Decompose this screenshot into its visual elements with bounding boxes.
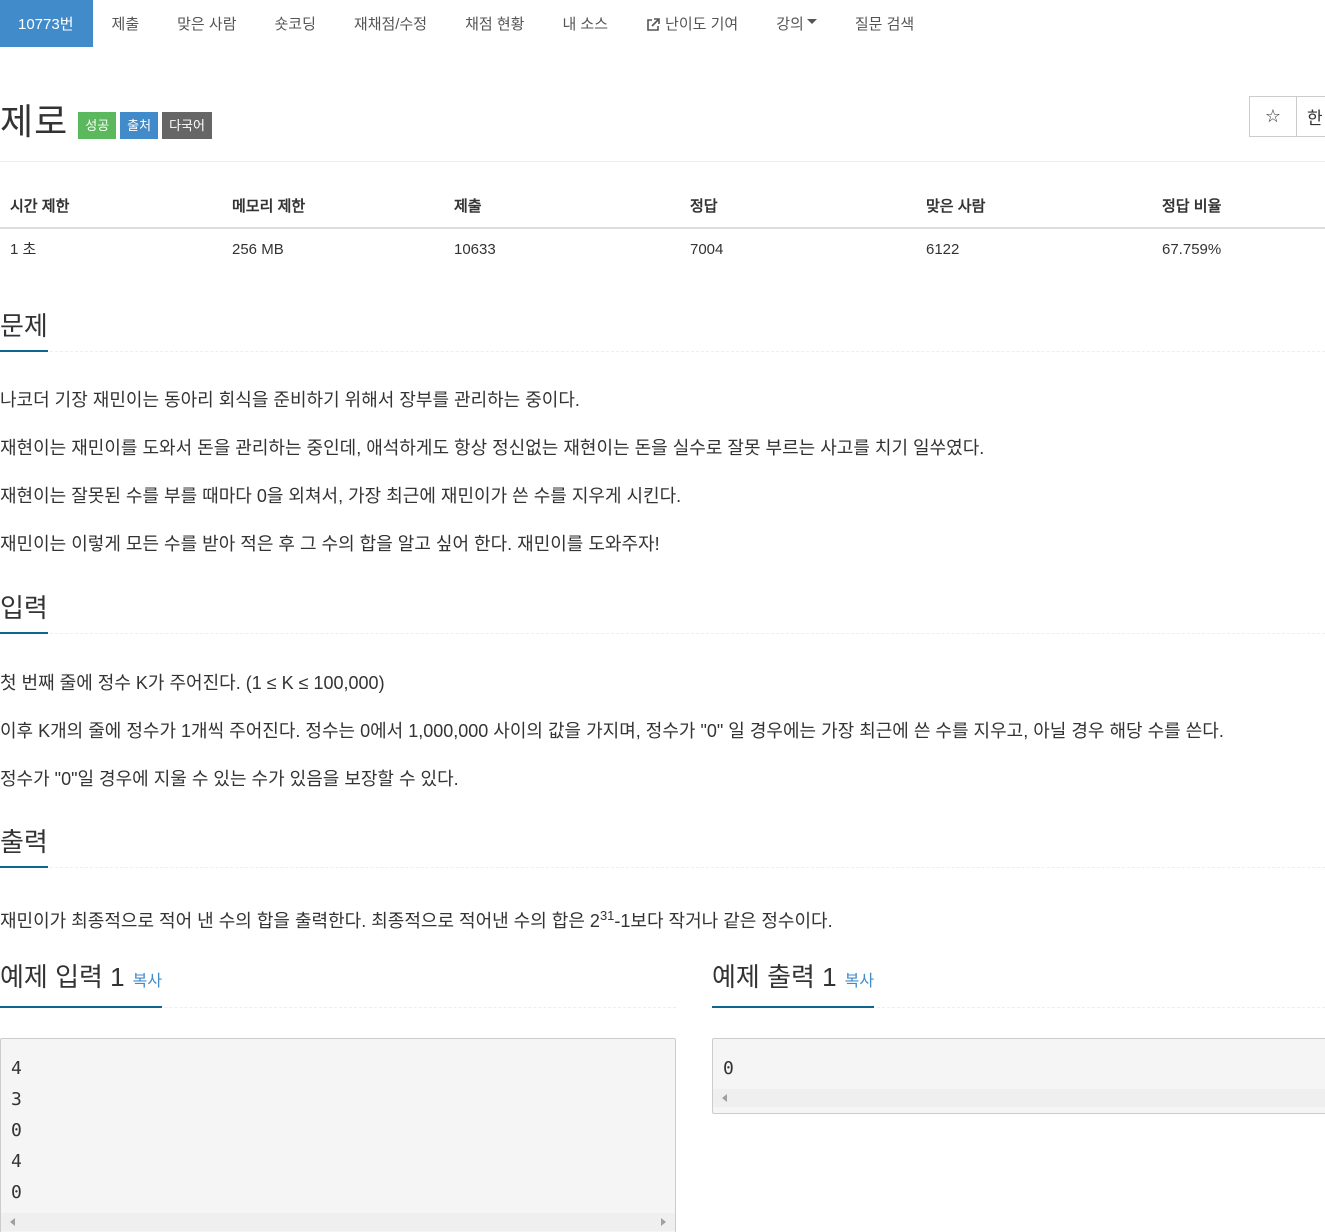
- value-accepted: 7004: [690, 241, 724, 258]
- sample-output-column: 예제 출력 1 복사: [712, 962, 1325, 1008]
- tab-submit[interactable]: 제출: [93, 0, 159, 47]
- output-paragraph: 재민이가 최종적으로 적어 낸 수의 합을 출력한다. 최종적으로 적어낸 수의…: [0, 903, 833, 934]
- scroll-left-icon[interactable]: [10, 1218, 15, 1226]
- header-accepted: 정답: [690, 198, 718, 215]
- sample-line: 0: [11, 1120, 22, 1141]
- problem-nav-tabs: 10773번 제출 맞은 사람 숏코딩 재채점/수정 채점 현황 내 소스 난이…: [0, 0, 1325, 47]
- section-header: 출력: [0, 822, 1325, 868]
- star-icon: ☆: [1264, 106, 1282, 126]
- tab-label: 숏코딩: [274, 16, 316, 33]
- scroll-right-icon[interactable]: [661, 1218, 666, 1226]
- header-submissions: 제출: [454, 198, 482, 215]
- tab-rejudge[interactable]: 재채점/수정: [335, 0, 446, 47]
- section-title: 출력: [0, 827, 48, 868]
- value-submissions: 10633: [454, 241, 496, 258]
- output-text: 재민이가 최종적으로 적어 낸 수의 합을 출력한다. 최종적으로 적어낸 수의…: [0, 911, 600, 931]
- section-header: 문제: [0, 306, 1325, 352]
- tab-status[interactable]: 채점 현황: [446, 0, 543, 47]
- problem-paragraph: 재현이는 재민이를 도와서 돈을 관리하는 중인데, 애석하게도 항상 정신없는…: [0, 438, 985, 458]
- table-header-row: 시간 제한 메모리 제한 제출 정답 맞은 사람 정답 비율: [0, 186, 1325, 229]
- tab-label: 질문 검색: [854, 16, 915, 33]
- tab-label: 10773번: [18, 16, 74, 33]
- tab-label: 난이도 기여: [665, 16, 739, 33]
- section-title: 입력: [0, 593, 48, 634]
- tab-label: 제출: [111, 16, 140, 33]
- horizontal-scrollbar[interactable]: [713, 1089, 1325, 1107]
- output-section: 출력 재민이가 최종적으로 적어 낸 수의 합을 출력한다. 최종적으로 적어낸…: [0, 822, 1325, 931]
- sample-header: 예제 출력 1 복사: [712, 962, 1325, 1008]
- input-paragraph: 이후 K개의 줄에 정수가 1개씩 주어진다. 정수는 0에서 1,000,00…: [0, 721, 1224, 741]
- problem-info-table: 시간 제한 메모리 제한 제출 정답 맞은 사람 정답 비율 1 초 256 M…: [0, 186, 1325, 269]
- header-solved-users: 맞은 사람: [926, 198, 986, 215]
- tab-lecture-dropdown[interactable]: 강의: [757, 0, 836, 47]
- input-paragraph: 첫 번째 줄에 정수 K가 주어진다. (1 ≤ K ≤ 100,000): [0, 673, 385, 693]
- sample-line: 4: [11, 1058, 22, 1079]
- sample-line: 0: [11, 1182, 22, 1203]
- tab-short-coding[interactable]: 숏코딩: [256, 0, 335, 47]
- tab-label: 채점 현황: [465, 16, 525, 33]
- language-button[interactable]: 한: [1297, 96, 1325, 137]
- sample-input-box[interactable]: 4 3 0 4 0: [0, 1038, 676, 1232]
- tab-problem-number[interactable]: 10773번: [0, 0, 93, 47]
- exponent: 31: [599, 908, 615, 923]
- title-button-group: ☆ 한: [1249, 96, 1325, 137]
- table-row: 1 초 256 MB 10633 7004 6122 67.759%: [0, 229, 1325, 269]
- tab-label: 맞은 사람: [177, 16, 237, 33]
- tab-solved-users[interactable]: 맞은 사람: [158, 0, 255, 47]
- sample-title-text: 예제 출력 1: [712, 962, 837, 992]
- problem-paragraph: 재민이는 이렇게 모든 수를 받아 적은 후 그 수의 합을 알고 싶어 한다.…: [0, 534, 660, 554]
- header-accept-ratio: 정답 비율: [1162, 198, 1222, 215]
- tab-question-search[interactable]: 질문 검색: [836, 0, 933, 47]
- output-text: -1보다 작거나 같은 정수이다.: [614, 911, 833, 931]
- sample-input-column: 예제 입력 1 복사: [0, 962, 676, 1008]
- problem-paragraph: 재현이는 잘못된 수를 부를 때마다 0을 외쳐서, 가장 최근에 재민이가 쓴…: [0, 486, 682, 506]
- input-paragraph: 정수가 "0"일 경우에 지울 수 있는 수가 있음을 보장할 수 있다.: [0, 769, 459, 789]
- problem-title: 제로: [0, 101, 69, 142]
- external-link-icon: [647, 17, 660, 31]
- sample-input-title: 예제 입력 1 복사: [0, 962, 163, 1008]
- sample-header: 예제 입력 1 복사: [0, 962, 676, 1008]
- problem-title-row: 제로 성공 출처 다국어: [0, 96, 212, 142]
- scroll-left-icon[interactable]: [722, 1094, 727, 1102]
- sample-line: 3: [11, 1089, 22, 1110]
- divider: [0, 161, 1325, 162]
- badge-source[interactable]: 출처: [120, 111, 159, 139]
- favorite-star-button[interactable]: ☆: [1249, 96, 1297, 137]
- problem-paragraph: 나코더 기장 재민이는 동아리 회식을 준비하기 위해서 장부를 관리하는 중이…: [0, 390, 580, 410]
- sample-title-text: 예제 입력 1: [0, 962, 125, 992]
- header-time-limit: 시간 제한: [10, 198, 70, 215]
- input-section: 입력 첫 번째 줄에 정수 K가 주어진다. (1 ≤ K ≤ 100,000)…: [0, 588, 1325, 789]
- copy-sample-output-link[interactable]: 복사: [845, 973, 874, 990]
- sample-line: 4: [11, 1151, 22, 1172]
- language-button-label: 한: [1307, 109, 1323, 128]
- value-solved-users: 6122: [926, 241, 960, 258]
- section-header: 입력: [0, 588, 1325, 634]
- horizontal-scrollbar[interactable]: [1, 1213, 675, 1231]
- badge-multilang: 다국어: [162, 111, 212, 139]
- copy-sample-input-link[interactable]: 복사: [133, 973, 162, 990]
- badge-success: 성공: [78, 111, 117, 139]
- header-memory-limit: 메모리 제한: [232, 198, 306, 215]
- value-memory-limit: 256 MB: [232, 241, 284, 258]
- caret-down-icon: [806, 19, 817, 24]
- sample-output-title: 예제 출력 1 복사: [712, 962, 875, 1008]
- tab-label: 재채점/수정: [353, 16, 428, 33]
- value-time-limit: 1 초: [10, 241, 37, 258]
- problem-section: 문제 나코더 기장 재민이는 동아리 회식을 준비하기 위해서 장부를 관리하는…: [0, 306, 1325, 554]
- tab-difficulty-contribution[interactable]: 난이도 기여: [627, 0, 757, 47]
- tab-my-source[interactable]: 내 소스: [543, 0, 627, 47]
- section-title: 문제: [0, 311, 48, 352]
- sample-line: 0: [723, 1058, 734, 1079]
- tab-label: 내 소스: [562, 16, 609, 33]
- sample-output-box[interactable]: 0: [712, 1038, 1325, 1114]
- value-accept-ratio: 67.759%: [1162, 241, 1222, 258]
- tab-label: 강의: [776, 16, 804, 33]
